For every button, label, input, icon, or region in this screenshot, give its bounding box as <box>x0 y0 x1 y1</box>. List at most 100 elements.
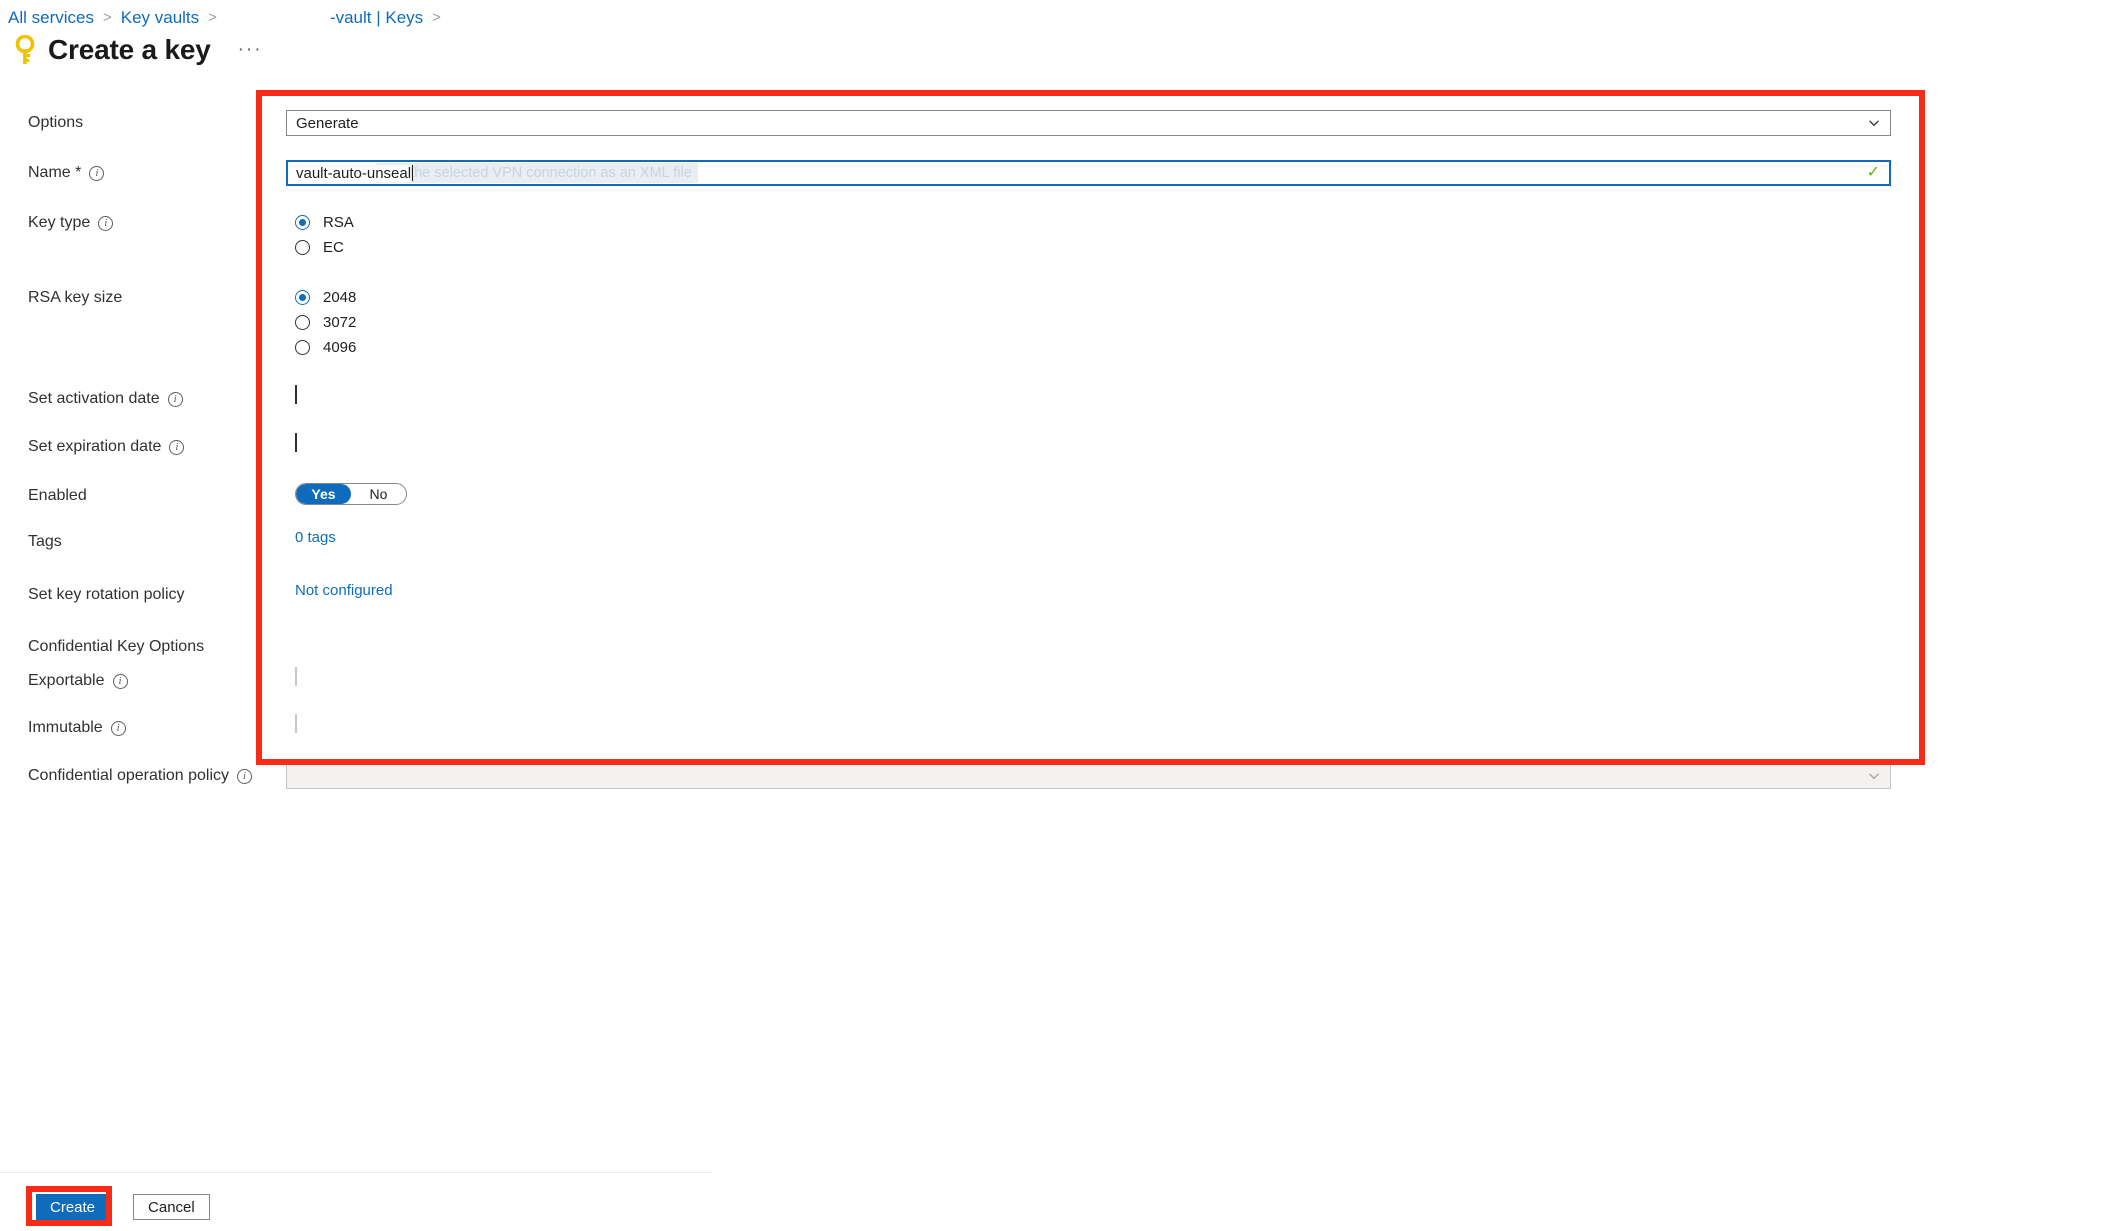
breadcrumb-separator-1: > <box>102 9 112 26</box>
label-confidential-key-options-text: Confidential Key Options <box>28 638 205 655</box>
checkbox-immutable <box>295 714 297 733</box>
radio-key-type-rsa[interactable]: RSA <box>286 210 2114 235</box>
key-icon <box>12 35 38 65</box>
info-icon-activation-date[interactable]: i <box>167 392 183 407</box>
info-icon-exportable[interactable]: i <box>112 674 128 689</box>
label-key-rotation-policy-text: Set key rotation policy <box>28 586 185 603</box>
text-cursor <box>412 165 414 181</box>
breadcrumb-separator-2: > <box>208 9 217 26</box>
create-key-form: Options Generate Name * i orts the selec… <box>0 110 2114 791</box>
options-dropdown-value: Generate <box>296 114 359 132</box>
field-rsa-key-size: 2048 3072 4096 <box>286 285 2114 360</box>
field-set-expiration-date <box>286 433 2114 452</box>
row-confidential-key-options-heading: Confidential Key Options <box>0 634 2114 662</box>
label-options: Options <box>0 110 286 134</box>
radio-indicator-2048[interactable] <box>295 290 310 305</box>
label-confidential-key-options: Confidential Key Options <box>0 634 286 658</box>
label-key-type-text: Key type <box>28 214 91 231</box>
row-options: Options Generate <box>0 110 2114 138</box>
row-key-type: Key type i RSA EC <box>0 210 2114 260</box>
toggle-option-yes[interactable]: Yes <box>296 484 351 504</box>
radio-indicator-4096[interactable] <box>295 340 310 355</box>
label-key-rotation-policy: Set key rotation policy <box>0 582 286 606</box>
label-set-activation-date-text: Set activation date <box>28 390 160 407</box>
validation-check-icon: ✓ <box>1866 164 1880 181</box>
name-input[interactable]: orts the selected VPN connection as an X… <box>286 160 1891 186</box>
create-key-page: All services > Key vaults > -vault | Key… <box>0 0 2114 1231</box>
field-set-activation-date <box>286 385 2114 404</box>
radio-indicator-3072[interactable] <box>295 315 310 330</box>
footer-actions: Create Cancel <box>36 1194 210 1220</box>
info-icon-immutable[interactable]: i <box>110 721 126 736</box>
chevron-down-icon <box>1869 120 1879 127</box>
info-icon-confidential-operation-policy[interactable]: i <box>237 769 253 784</box>
radio-label-2048: 2048 <box>323 289 357 306</box>
field-options: Generate <box>286 110 2114 136</box>
label-immutable: Immutable i <box>0 715 286 739</box>
name-input-value: vault-auto-unseal <box>296 164 412 182</box>
label-set-expiration-date: Set expiration date i <box>0 434 286 458</box>
checkbox-exportable <box>295 667 297 686</box>
page-header: Create a key ··· <box>12 32 266 68</box>
label-confidential-operation-policy: Confidential operation policy i <box>0 763 286 787</box>
checkbox-set-expiration-date[interactable] <box>295 433 297 452</box>
label-key-type: Key type i <box>0 210 286 234</box>
more-options-button[interactable]: ··· <box>235 40 266 60</box>
info-icon-key-type[interactable]: i <box>98 216 114 231</box>
checkbox-set-activation-date[interactable] <box>295 385 297 404</box>
page-title: Create a key <box>48 34 211 65</box>
label-set-activation-date: Set activation date i <box>0 386 286 410</box>
row-enabled: Enabled Yes No <box>0 483 2114 511</box>
field-key-type: RSA EC <box>286 210 2114 260</box>
radio-rsa-3072[interactable]: 3072 <box>286 310 2114 335</box>
field-key-rotation-policy: Not configured <box>286 582 2114 600</box>
label-immutable-text: Immutable <box>28 719 103 736</box>
radio-rsa-2048[interactable]: 2048 <box>286 285 2114 310</box>
info-icon-name[interactable]: i <box>89 166 105 181</box>
field-name: orts the selected VPN connection as an X… <box>286 160 2114 186</box>
row-key-rotation-policy: Set key rotation policy Not configured <box>0 582 2114 610</box>
options-dropdown[interactable]: Generate <box>286 110 1891 136</box>
info-icon-expiration-date[interactable]: i <box>169 440 185 455</box>
row-name: Name * i orts the selected VPN connectio… <box>0 160 2114 188</box>
row-tags: Tags 0 tags <box>0 529 2114 557</box>
breadcrumb-vault-keys[interactable]: -vault | Keys <box>330 8 423 28</box>
breadcrumb-all-services[interactable]: All services <box>8 8 94 28</box>
label-tags: Tags <box>0 529 286 553</box>
radio-rsa-4096[interactable]: 4096 <box>286 335 2114 360</box>
row-rsa-key-size: RSA key size 2048 3072 4096 <box>0 285 2114 360</box>
label-rsa-key-size: RSA key size <box>0 285 286 309</box>
toggle-enabled[interactable]: Yes No <box>295 483 407 505</box>
radio-label-ec: EC <box>323 239 344 256</box>
radio-key-type-ec[interactable]: EC <box>286 235 2114 260</box>
breadcrumb-key-vaults[interactable]: Key vaults <box>121 8 199 28</box>
chevron-down-icon-disabled <box>1869 773 1879 780</box>
row-set-activation-date: Set activation date i <box>0 385 2114 414</box>
toggle-option-no[interactable]: No <box>351 484 406 504</box>
radio-indicator-rsa[interactable] <box>295 215 310 230</box>
breadcrumb-separator-3: > <box>432 9 441 26</box>
radio-label-rsa: RSA <box>323 214 354 231</box>
label-enabled-text: Enabled <box>28 487 87 504</box>
label-exportable-text: Exportable <box>28 672 105 689</box>
cancel-button[interactable]: Cancel <box>133 1194 210 1220</box>
ghost-tooltip-overlay: orts the selected VPN connection as an X… <box>376 163 698 183</box>
field-immutable <box>286 714 2114 733</box>
row-set-expiration-date: Set expiration date i <box>0 433 2114 462</box>
label-exportable: Exportable i <box>0 668 286 692</box>
label-enabled: Enabled <box>0 483 286 507</box>
label-set-expiration-date-text: Set expiration date <box>28 438 162 455</box>
row-exportable: Exportable i <box>0 667 2114 696</box>
row-immutable: Immutable i <box>0 714 2114 743</box>
radio-indicator-ec[interactable] <box>295 240 310 255</box>
tags-link[interactable]: 0 tags <box>295 529 336 546</box>
create-button[interactable]: Create <box>36 1194 110 1220</box>
radio-label-3072: 3072 <box>323 314 357 331</box>
key-rotation-policy-link[interactable]: Not configured <box>295 582 393 599</box>
field-exportable <box>286 667 2114 686</box>
label-name: Name * i <box>0 160 286 184</box>
label-name-text: Name * <box>28 164 82 181</box>
field-tags: 0 tags <box>286 529 2114 547</box>
radio-label-4096: 4096 <box>323 339 357 356</box>
label-options-text: Options <box>28 114 84 131</box>
